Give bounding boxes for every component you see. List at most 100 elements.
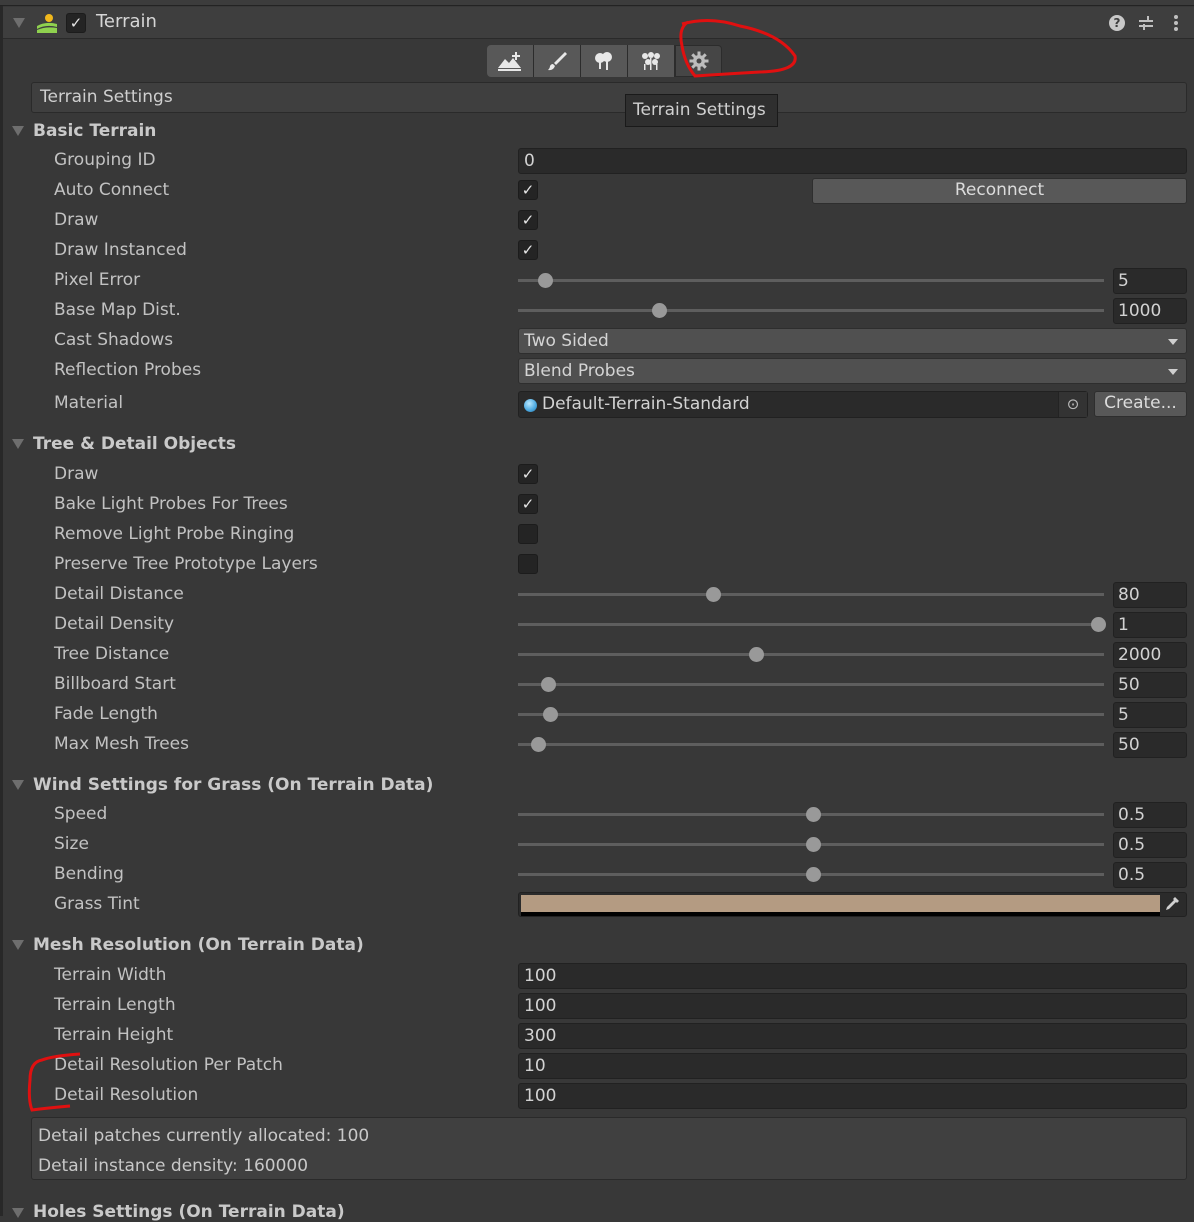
tree-distance-field[interactable]: 2000 xyxy=(1113,642,1187,668)
material-label: Material xyxy=(54,393,124,413)
object-picker-icon[interactable]: ⊙ xyxy=(1058,392,1087,417)
pixel-error-field[interactable]: 5 xyxy=(1113,268,1187,294)
grouping-id-field[interactable]: 0 xyxy=(518,148,1187,174)
create-neighbor-terrains-button[interactable] xyxy=(487,45,534,77)
foldout-arrow-icon[interactable] xyxy=(13,18,25,28)
presets-icon[interactable] xyxy=(1138,15,1154,36)
create-material-button[interactable]: Create... xyxy=(1094,391,1187,417)
terrain-width-field[interactable]: 100 xyxy=(518,963,1187,989)
detail-resolution-label: Detail Resolution xyxy=(54,1085,199,1105)
cast-shadows-dropdown[interactable]: Two Sided xyxy=(518,328,1187,354)
mesh-resolution-heading[interactable]: Mesh Resolution (On Terrain Data) xyxy=(33,935,364,955)
chevron-down-icon xyxy=(1168,369,1178,375)
wind-settings-heading[interactable]: Wind Settings for Grass (On Terrain Data… xyxy=(33,775,433,795)
detail-density-field[interactable]: 1 xyxy=(1113,612,1187,638)
detail-density-info: Detail instance density: 160000 xyxy=(38,1156,309,1176)
fade-length-field[interactable]: 5 xyxy=(1113,702,1187,728)
billboard-start-label: Billboard Start xyxy=(54,674,176,694)
detail-distance-slider-thumb[interactable] xyxy=(706,587,722,602)
reconnect-button[interactable]: Reconnect xyxy=(812,178,1187,204)
pixel-error-label: Pixel Error xyxy=(54,270,141,290)
trees-icon xyxy=(593,50,615,72)
wind-speed-slider-thumb[interactable] xyxy=(806,807,821,822)
base-map-dist-label: Base Map Dist. xyxy=(54,300,181,320)
wind-speed-label: Speed xyxy=(54,804,108,824)
max-mesh-trees-slider-thumb[interactable] xyxy=(530,737,546,752)
detail-density-slider[interactable] xyxy=(518,623,1104,626)
terrain-height-label: Terrain Height xyxy=(54,1025,174,1045)
reflection-probes-label: Reflection Probes xyxy=(54,360,202,380)
wind-size-field[interactable]: 0.5 xyxy=(1113,832,1187,858)
paint-trees-button[interactable] xyxy=(581,45,628,77)
grass-tint-label: Grass Tint xyxy=(54,894,140,914)
foldout-arrow-icon[interactable] xyxy=(12,940,24,950)
detail-density-slider-thumb[interactable] xyxy=(1091,617,1106,632)
terrain-height-field[interactable]: 300 xyxy=(518,1023,1187,1049)
foldout-arrow-icon[interactable] xyxy=(12,126,24,136)
pixel-error-slider-thumb[interactable] xyxy=(538,273,554,288)
foldout-arrow-icon[interactable] xyxy=(12,780,24,790)
preserve-layers-label: Preserve Tree Prototype Layers xyxy=(54,554,318,574)
eyedropper-icon[interactable] xyxy=(1161,896,1183,914)
auto-connect-label: Auto Connect xyxy=(54,180,170,200)
billboard-start-slider[interactable] xyxy=(518,683,1104,686)
grass-tint-color-field[interactable] xyxy=(518,892,1187,917)
terrain-length-field[interactable]: 100 xyxy=(518,993,1187,1019)
detail-resolution-field[interactable]: 100 xyxy=(518,1083,1187,1109)
draw-instanced-checkbox[interactable]: ✓ xyxy=(518,240,538,260)
wind-size-label: Size xyxy=(54,834,89,854)
cast-shadows-label: Cast Shadows xyxy=(54,330,174,350)
paint-details-button[interactable] xyxy=(628,45,675,77)
remove-ringing-checkbox[interactable] xyxy=(518,524,538,544)
wind-speed-field[interactable]: 0.5 xyxy=(1113,802,1187,828)
billboard-start-field[interactable]: 50 xyxy=(1113,672,1187,698)
terrain-settings-button[interactable] xyxy=(675,45,722,77)
more-menu-icon[interactable] xyxy=(1173,14,1179,37)
foldout-arrow-icon[interactable] xyxy=(12,1208,24,1218)
grouping-id-label: Grouping ID xyxy=(54,150,156,170)
help-icon[interactable]: ? xyxy=(1109,15,1125,31)
pixel-error-slider[interactable] xyxy=(518,279,1104,282)
base-map-dist-slider[interactable] xyxy=(518,309,1104,312)
bake-light-probes-checkbox[interactable]: ✓ xyxy=(518,494,538,514)
tree-distance-slider[interactable] xyxy=(518,653,1104,656)
tree-distance-slider-thumb[interactable] xyxy=(749,647,764,662)
detail-distance-slider[interactable] xyxy=(518,593,1104,596)
billboard-start-slider-thumb[interactable] xyxy=(540,677,556,692)
fade-length-slider[interactable] xyxy=(518,713,1104,716)
top-strip xyxy=(0,0,1194,6)
base-map-dist-field[interactable]: 1000 xyxy=(1113,298,1187,324)
detail-distance-field[interactable]: 80 xyxy=(1113,582,1187,608)
reflection-probes-dropdown[interactable]: Blend Probes xyxy=(518,358,1187,384)
tree-draw-checkbox[interactable]: ✓ xyxy=(518,464,538,484)
detail-res-per-patch-label: Detail Resolution Per Patch xyxy=(54,1055,283,1075)
detail-res-per-patch-field[interactable]: 10 xyxy=(518,1053,1187,1079)
base-map-dist-slider-thumb[interactable] xyxy=(652,303,668,318)
auto-connect-checkbox[interactable]: ✓ xyxy=(518,180,538,200)
tree-distance-label: Tree Distance xyxy=(54,644,170,664)
left-border xyxy=(0,0,3,1216)
foldout-arrow-icon[interactable] xyxy=(12,439,24,449)
max-mesh-trees-field[interactable]: 50 xyxy=(1113,732,1187,758)
component-header[interactable]: ✓ Terrain ? xyxy=(3,7,1194,39)
details-icon xyxy=(640,50,662,72)
wind-bending-field[interactable]: 0.5 xyxy=(1113,862,1187,888)
cast-shadows-value: Two Sided xyxy=(524,331,609,351)
basic-terrain-heading[interactable]: Basic Terrain xyxy=(33,121,156,141)
detail-patches-info: Detail patches currently allocated: 100 xyxy=(38,1126,370,1146)
tree-detail-heading[interactable]: Tree & Detail Objects xyxy=(33,434,236,454)
terrain-length-label: Terrain Length xyxy=(54,995,176,1015)
max-mesh-trees-slider[interactable] xyxy=(518,743,1104,746)
grass-tint-swatch[interactable] xyxy=(521,895,1160,912)
wind-size-slider-thumb[interactable] xyxy=(806,837,821,852)
holes-settings-heading[interactable]: Holes Settings (On Terrain Data) xyxy=(33,1202,345,1222)
material-value: Default-Terrain-Standard xyxy=(542,394,750,414)
preserve-layers-checkbox[interactable] xyxy=(518,554,538,574)
material-field[interactable]: Default-Terrain-Standard ⊙ xyxy=(518,391,1088,418)
component-enabled-checkbox[interactable]: ✓ xyxy=(66,13,86,33)
fade-length-slider-thumb[interactable] xyxy=(542,707,558,722)
wind-bending-slider-thumb[interactable] xyxy=(806,867,821,882)
draw-checkbox[interactable]: ✓ xyxy=(518,210,538,230)
paint-terrain-button[interactable] xyxy=(534,45,581,77)
brush-icon xyxy=(546,50,568,72)
